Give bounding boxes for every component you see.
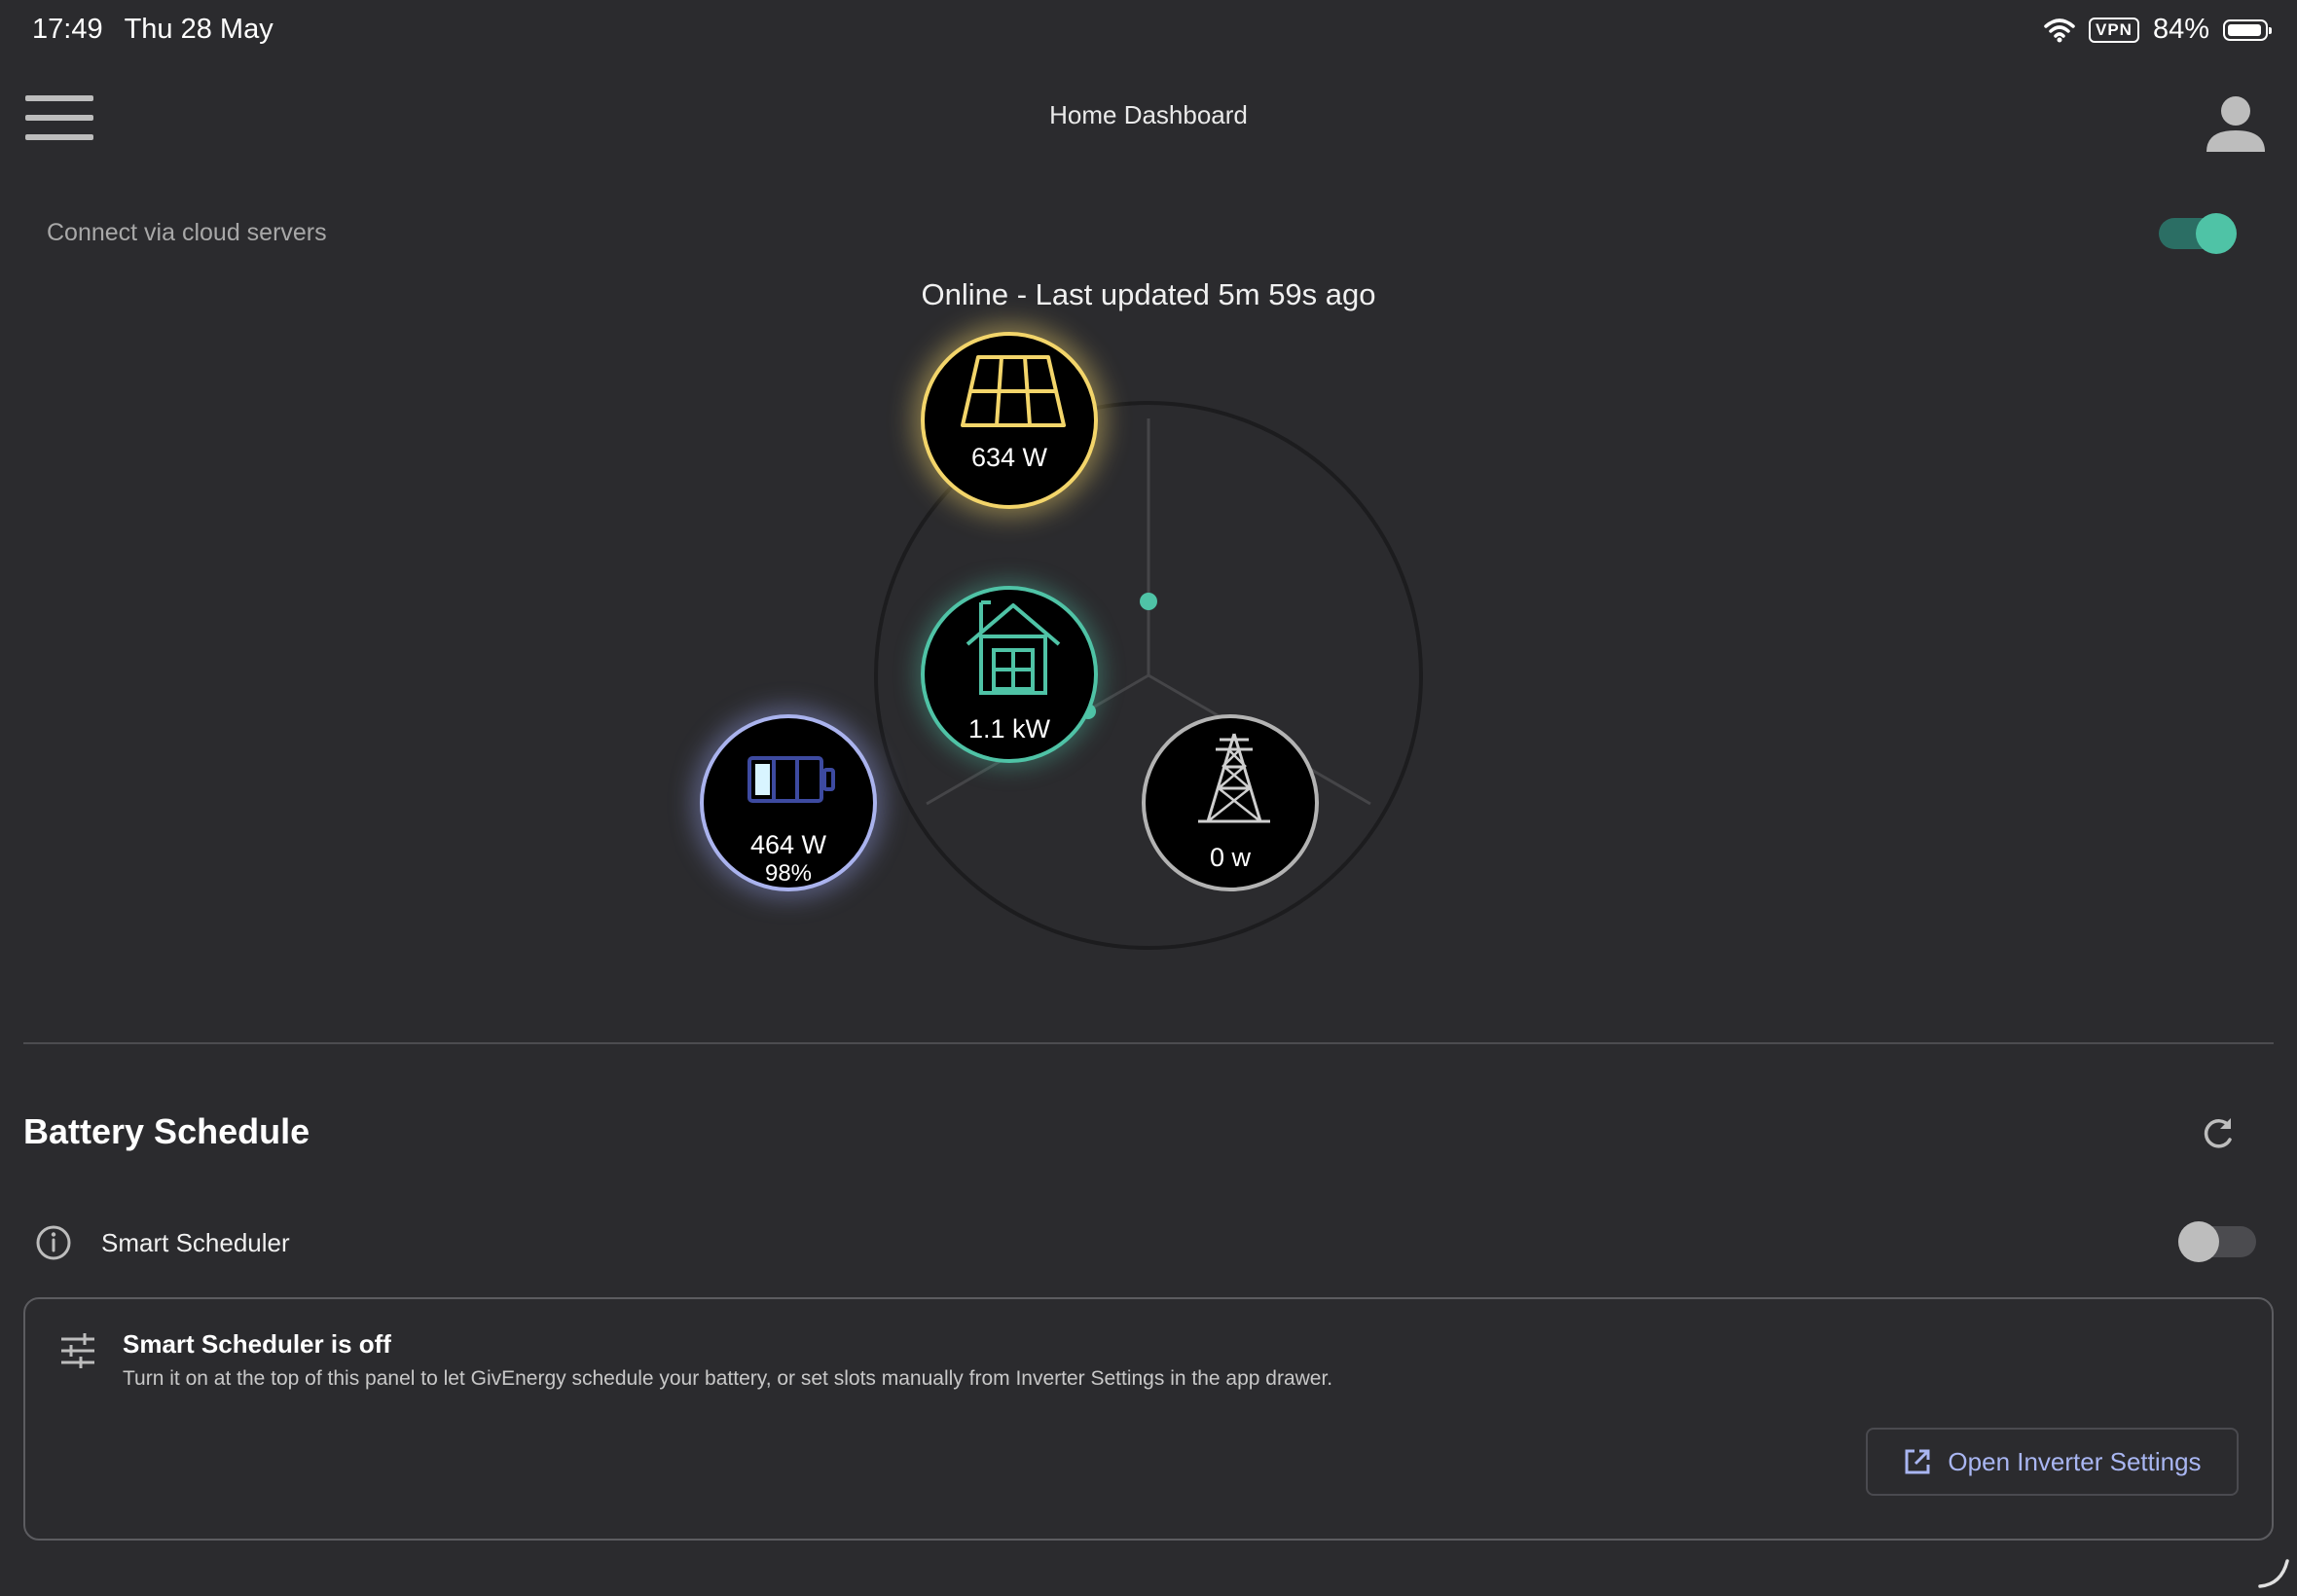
smart-scheduler-toggle[interactable] — [2178, 1221, 2256, 1262]
external-link-icon — [1905, 1449, 1930, 1474]
card-title: Smart Scheduler is off — [123, 1329, 391, 1359]
open-inverter-settings-label: Open Inverter Settings — [1948, 1446, 2202, 1476]
house-icon — [966, 600, 1061, 695]
pylon-icon — [1198, 733, 1270, 823]
card-description: Turn it on at the top of this panel to l… — [123, 1367, 1333, 1390]
open-inverter-settings-button[interactable]: Open Inverter Settings — [1866, 1428, 2239, 1496]
resize-handle-icon — [2256, 1555, 2291, 1590]
smart-scheduler-label: Smart Scheduler — [101, 1228, 290, 1257]
solar-value: 634 W — [970, 443, 1048, 472]
battery-percent-value: 98% — [764, 860, 813, 887]
battery-schedule-title: Battery Schedule — [23, 1111, 310, 1151]
solar-panel-icon — [961, 355, 1066, 427]
home-value: 1.1 kW — [967, 714, 1051, 744]
solar-flow-dot — [1140, 593, 1157, 610]
battery-node[interactable]: 464 W 98% — [700, 714, 877, 891]
sliders-icon — [58, 1331, 97, 1370]
section-divider — [23, 1042, 2274, 1044]
refresh-icon — [2204, 1118, 2232, 1148]
grid-node[interactable]: 0 w — [1142, 714, 1319, 891]
refresh-button[interactable] — [2196, 1112, 2239, 1155]
battery-power-value: 464 W — [749, 830, 827, 859]
solar-node[interactable]: 634 W — [921, 332, 1098, 509]
home-node[interactable]: 1.1 kW — [921, 586, 1098, 763]
battery-icon — [747, 756, 835, 803]
grid-value: 0 w — [1209, 843, 1252, 872]
info-icon[interactable] — [33, 1222, 74, 1263]
